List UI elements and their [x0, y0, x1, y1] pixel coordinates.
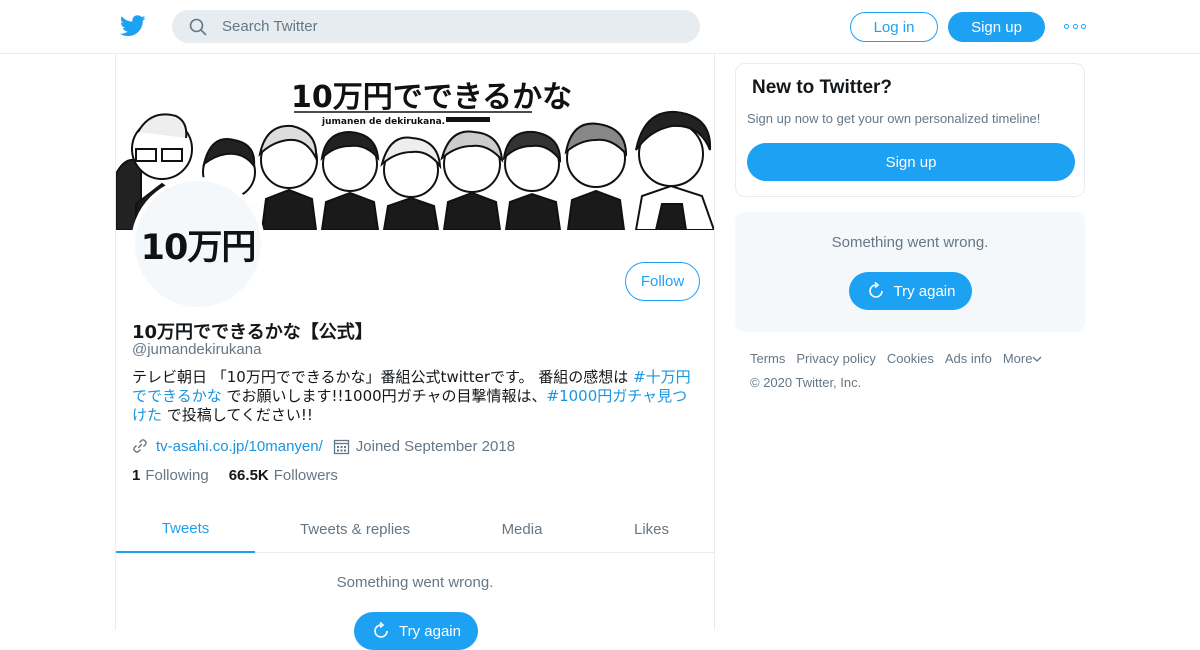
tab-tweets-replies[interactable]: Tweets & replies	[255, 506, 455, 553]
sidebar-error-card: Something went wrong. Try again	[735, 212, 1085, 332]
retry-label: Try again	[399, 622, 461, 640]
bio-text: テレビ朝日 「10万円でできるかな」番組公式twitterです。 番組の感想は	[132, 368, 634, 386]
search-icon	[189, 18, 207, 35]
profile-handle[interactable]: @jumandekirukana	[132, 341, 261, 358]
sidebar-footer: Terms Privacy policy Cookies Ads info Mo…	[750, 350, 1090, 390]
search-bar[interactable]	[172, 10, 700, 43]
footer-link-cookies[interactable]: Cookies	[887, 350, 934, 368]
profile-bio: テレビ朝日 「10万円でできるかな」番組公式twitterです。 番組の感想は …	[132, 368, 702, 425]
profile-website-link[interactable]: tv-asahi.co.jp/10manyen/	[156, 438, 323, 455]
more-dots-icon[interactable]	[1064, 18, 1086, 34]
following-stat[interactable]: 1 Following	[132, 467, 209, 484]
followers-label: Followers	[273, 467, 338, 484]
twitter-bird-icon[interactable]	[120, 14, 146, 38]
follow-button[interactable]: Follow	[625, 262, 700, 301]
avatar-text: 10万円	[140, 227, 257, 268]
search-input[interactable]	[222, 18, 662, 35]
sidebar-error-text: Something went wrong.	[831, 234, 989, 251]
tab-media[interactable]: Media	[455, 506, 589, 553]
profile-tabs: Tweets Tweets & replies Media Likes	[116, 506, 714, 553]
footer-link-privacy[interactable]: Privacy policy	[796, 350, 875, 368]
timeline-error-text: Something went wrong.	[336, 574, 494, 591]
new-to-twitter-title: New to Twitter?	[752, 77, 893, 98]
profile-joined-date: Joined September 2018	[355, 437, 516, 455]
link-icon	[133, 439, 147, 453]
tab-tweets[interactable]: Tweets	[116, 506, 255, 553]
bio-text: でお願いします!!1000円ガチャの目撃情報は、	[221, 387, 547, 405]
chevron-down-icon	[1032, 356, 1042, 362]
footer-link-terms[interactable]: Terms	[750, 350, 785, 368]
banner-title: 10万円でできるかな	[291, 80, 572, 115]
new-to-twitter-description: Sign up now to get your own personalized…	[747, 111, 1041, 126]
new-to-twitter-card: New to Twitter? Sign up now to get your …	[735, 63, 1085, 197]
signup-button[interactable]: Sign up	[948, 12, 1045, 42]
following-count: 1	[132, 467, 141, 484]
footer-link-more: More	[1002, 351, 1033, 366]
retry-label: Try again	[893, 282, 956, 300]
refresh-icon	[868, 281, 883, 298]
footer-copyright: © 2020 Twitter, Inc.	[750, 375, 862, 390]
footer-more-menu[interactable]: More	[1003, 350, 1043, 368]
bio-text: で投稿してください!!	[162, 406, 313, 424]
footer-link-ads-info[interactable]: Ads info	[945, 350, 992, 368]
banner-subtitle: jumanen de dekirukana.	[321, 117, 445, 127]
followers-stat[interactable]: 66.5K Followers	[229, 467, 338, 484]
sidebar-retry-button[interactable]: Try again	[849, 272, 972, 310]
profile-stats: 1 Following 66.5K Followers	[132, 467, 358, 484]
tab-likes[interactable]: Likes	[589, 506, 714, 553]
sidebar-signup-button[interactable]: Sign up	[747, 143, 1075, 181]
top-nav: Log in Sign up	[0, 0, 1200, 54]
profile-meta: tv-asahi.co.jp/10manyen/ Joined Septembe…	[132, 435, 515, 457]
avatar[interactable]: 10万円	[131, 177, 265, 311]
following-label: Following	[145, 467, 209, 484]
refresh-icon	[374, 621, 388, 638]
timeline-retry-button[interactable]: Try again	[354, 612, 478, 650]
login-button[interactable]: Log in	[850, 12, 938, 42]
followers-count: 66.5K	[228, 467, 269, 484]
profile-column: 10万円でできるかな jumanen de dekirukana. 10万円 F…	[115, 54, 715, 650]
calendar-icon	[333, 439, 349, 454]
